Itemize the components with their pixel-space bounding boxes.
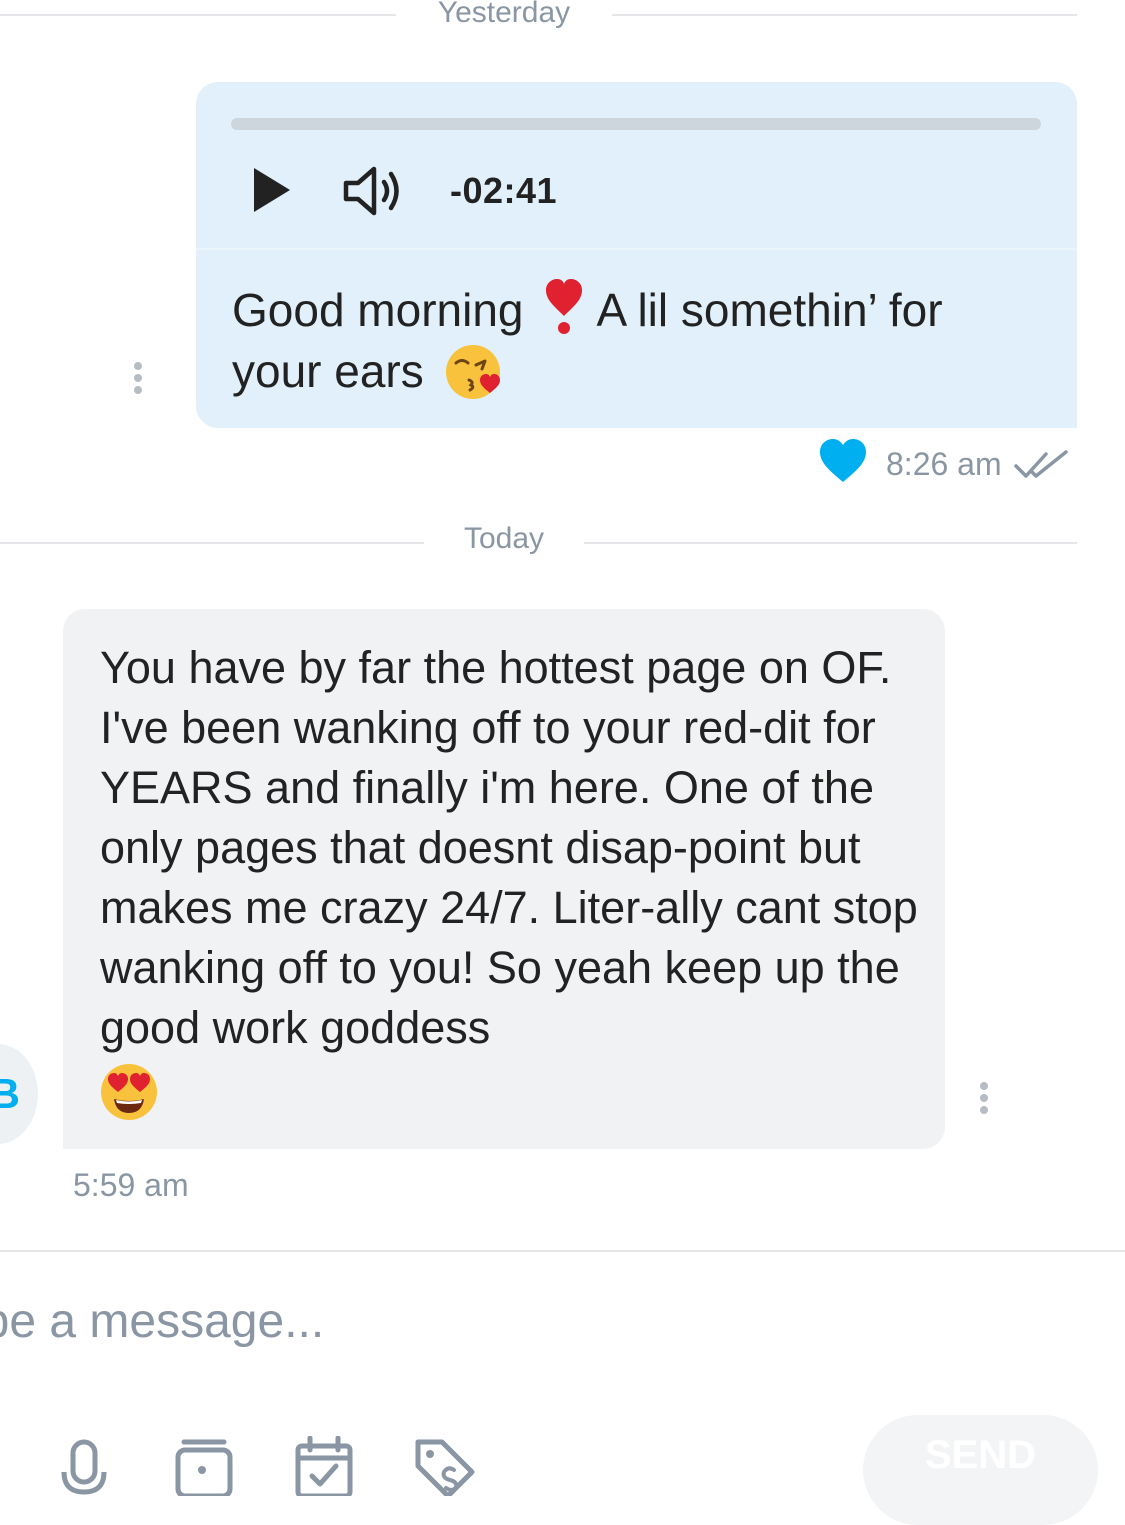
dot: [134, 386, 142, 394]
microphone-icon[interactable]: [52, 1436, 116, 1496]
sender-avatar[interactable]: B: [0, 1044, 38, 1144]
double-check-read-icon: [1014, 450, 1068, 478]
media-vault-icon[interactable]: [172, 1436, 236, 1496]
date-divider-yesterday: Yesterday: [437, 0, 571, 29]
divider-line-left: [0, 542, 424, 544]
volume-icon[interactable]: [342, 164, 406, 218]
composer-divider: [0, 1250, 1125, 1252]
outgoing-message-text: Good morning A lil somethin’ for your ea…: [232, 278, 1042, 402]
dot: [980, 1094, 988, 1102]
heart-exclamation-emoji-icon: [546, 279, 583, 334]
audio-progress-bar[interactable]: [231, 118, 1041, 130]
outgoing-text-part1: Good morning: [232, 284, 524, 336]
date-divider-today: Today: [463, 522, 545, 555]
schedule-icon[interactable]: [292, 1436, 356, 1496]
divider-line-right: [612, 14, 1077, 16]
outgoing-message-time: 8:26 am: [886, 446, 1002, 482]
dot: [134, 362, 142, 370]
incoming-message-text-block: You have by far the hottest page on OF. …: [100, 638, 920, 1121]
heart-eyes-emoji-icon: [101, 1064, 157, 1121]
incoming-message-menu-icon[interactable]: [976, 1082, 992, 1118]
outgoing-message-menu-icon[interactable]: [130, 362, 146, 398]
face-blowing-kiss-emoji-icon: [445, 345, 500, 399]
incoming-message-bubble: You have by far the hottest page on OF. …: [63, 609, 945, 1149]
send-button[interactable]: SEND: [863, 1415, 1098, 1525]
dot: [980, 1082, 988, 1090]
incoming-message-time: 5:59 am: [73, 1167, 189, 1203]
play-icon[interactable]: [248, 166, 296, 214]
incoming-message-text: You have by far the hottest page on OF. …: [100, 642, 918, 1053]
bubble-separator: [196, 248, 1077, 250]
outgoing-message-bubble: -02:41 Good morning A lil somethin’ for …: [196, 82, 1077, 428]
like-heart-icon[interactable]: [818, 438, 868, 484]
dot: [134, 374, 142, 382]
divider-line-right: [584, 542, 1077, 544]
price-tag-icon[interactable]: [412, 1436, 476, 1496]
audio-remaining-time: -02:41: [450, 170, 558, 211]
divider-line-left: [0, 14, 396, 16]
avatar-initial: B: [0, 1070, 20, 1117]
dot: [980, 1106, 988, 1114]
message-input[interactable]: [0, 1285, 734, 1357]
